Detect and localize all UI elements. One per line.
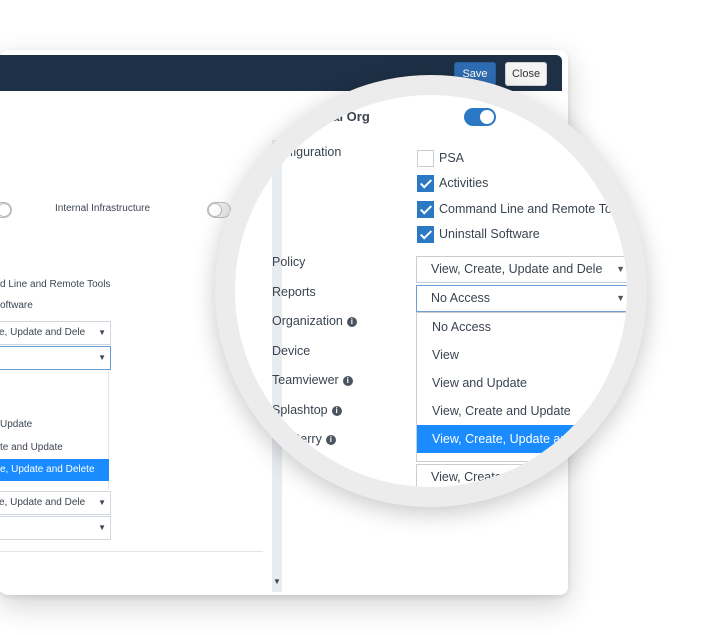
organization-label: Organization i [272, 314, 357, 328]
reports-label: Reports [272, 285, 316, 299]
configuration-label: onfiguration [276, 145, 342, 159]
dberry-label: dBerry i [285, 432, 336, 446]
chevron-down-icon: ▼ [616, 293, 625, 303]
bg-reports-select[interactable]: ▼ [0, 346, 111, 370]
magnifier-lens: ernal Org onfiguration PSA Activities Co… [235, 95, 627, 487]
option-view[interactable]: View [417, 341, 627, 369]
chevron-down-icon: ▼ [98, 523, 106, 532]
bg-option-update[interactable]: Update [0, 419, 32, 430]
lens-scrollbar[interactable] [272, 135, 282, 487]
bg-toggle-left[interactable] [0, 202, 12, 218]
chevron-down-icon: ▼ [616, 264, 625, 274]
info-icon[interactable]: i [342, 376, 353, 386]
psa-label: PSA [439, 151, 465, 165]
query-label: ery [300, 462, 318, 476]
uninstall-software-label: Uninstall Software [439, 227, 540, 241]
activities-checkbox[interactable] [417, 175, 434, 192]
chevron-down-icon: ▼ [98, 498, 106, 507]
info-icon[interactable]: i [346, 317, 357, 327]
psa-checkbox[interactable] [417, 150, 434, 167]
internal-org-label: ernal Org [312, 109, 370, 124]
option-no-access[interactable]: No Access [417, 313, 627, 341]
bg-policy-select[interactable]: e, Update and Dele ▼ [0, 321, 111, 345]
info-icon[interactable]: i [331, 406, 342, 416]
internal-infrastructure-label: Internal Infrastructure [55, 203, 151, 214]
scroll-down-icon[interactable]: ▼ [273, 577, 281, 586]
bg-lower-select-2[interactable]: ▼ [0, 516, 111, 540]
bg-option-create-update-delete[interactable]: e, Update and Delete [0, 459, 109, 481]
reports-dropdown-menu: No Access View View and Update View, Cre… [416, 312, 627, 462]
internal-org-toggle[interactable] [464, 108, 496, 126]
bg-option-create-update[interactable]: te and Update [0, 442, 63, 453]
reports-select[interactable]: No Access ▼ [416, 285, 627, 312]
option-view-and-update[interactable]: View and Update [417, 369, 627, 397]
bg-lower-select-1[interactable]: e, Update and Dele ▼ [0, 491, 111, 515]
info-icon[interactable]: i [325, 435, 336, 445]
chevron-down-icon: ▼ [98, 328, 106, 337]
bg-software-label: oftware [0, 300, 33, 311]
command-line-label: Command Line and Remote Tools [439, 202, 627, 216]
chevron-down-icon: ▼ [98, 353, 106, 362]
splashtop-label: Splashtop i [272, 403, 342, 417]
policy-select[interactable]: View, Create, Update and Dele ▼ [416, 256, 627, 283]
command-line-checkbox[interactable] [417, 201, 434, 218]
device-label: Device [272, 344, 311, 358]
bg-cmd-remote-label: d Line and Remote Tools [0, 279, 111, 290]
bottom-select[interactable]: View, Create, Update [416, 464, 627, 487]
close-button[interactable]: Close [505, 62, 547, 86]
option-view-create-update[interactable]: View, Create and Update [417, 397, 627, 425]
policy-label: Policy [272, 255, 306, 269]
option-view-create-update-delete[interactable]: View, Create, Update and Delete [417, 425, 627, 453]
activities-label: Activities [439, 176, 489, 190]
teamviewer-label: Teamviewer i [272, 373, 353, 387]
bg-divider [0, 551, 263, 552]
uninstall-software-checkbox[interactable] [417, 226, 434, 243]
